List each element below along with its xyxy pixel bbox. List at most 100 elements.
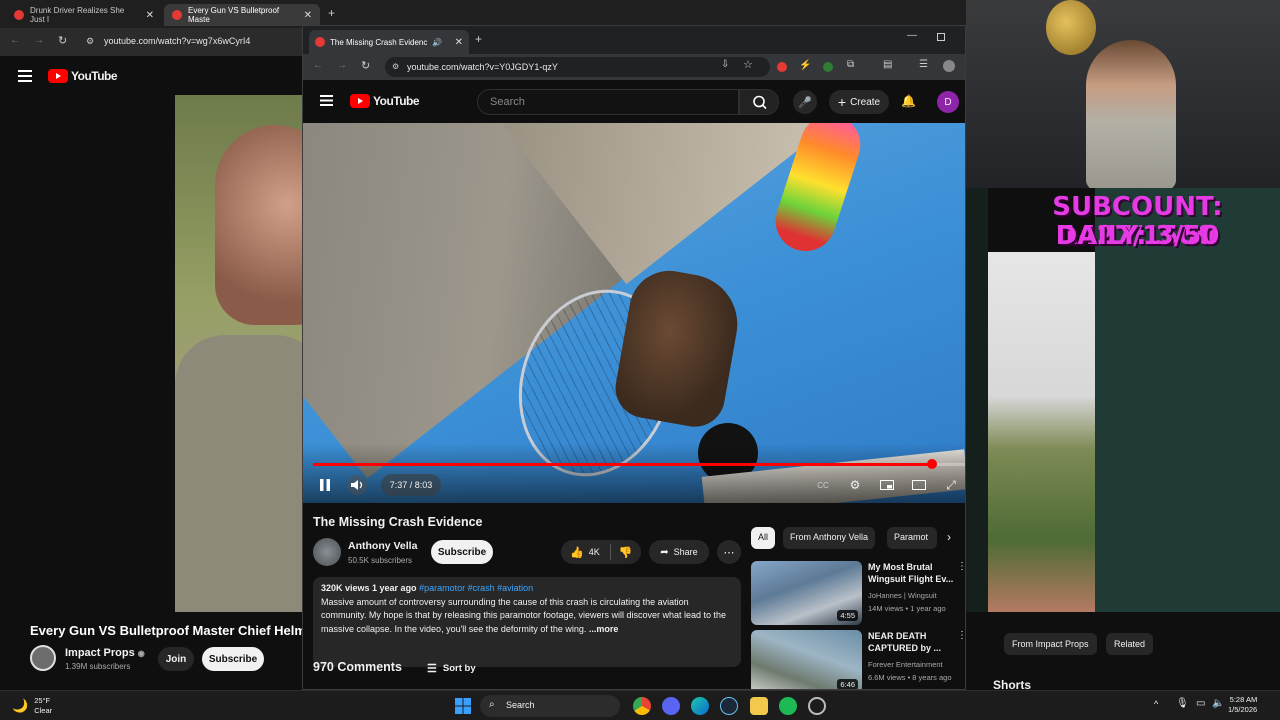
steam-icon[interactable]: [720, 697, 738, 715]
install-app-icon[interactable]: ⇩: [721, 59, 729, 70]
join-button[interactable]: Join: [158, 647, 194, 671]
youtube-logo[interactable]: YouTube: [350, 94, 420, 108]
channel-name[interactable]: Anthony Vella: [348, 540, 417, 552]
rec-title[interactable]: NEAR DEATH CAPTURED by ...: [868, 630, 956, 654]
tab-drunk-driver[interactable]: Drunk Driver Realizes She Just I ✕: [6, 4, 162, 26]
youtube-logo-icon: [48, 69, 68, 83]
description-box[interactable]: 320K views 1 year ago #paramotor #crash …: [313, 577, 741, 667]
video-thumbnail[interactable]: 4:55: [751, 561, 862, 625]
tab-missing-crash[interactable]: The Missing Crash Evidenc 🔊 ✕: [309, 30, 469, 54]
thumbs-down-icon[interactable]: 👎: [611, 546, 633, 559]
channel-avatar[interactable]: [313, 538, 341, 566]
search-input[interactable]: Search: [477, 89, 739, 115]
minimize-icon[interactable]: —: [907, 30, 917, 41]
volume-icon: [351, 480, 363, 490]
chevron-right-icon[interactable]: ›: [947, 530, 951, 544]
kebab-menu-icon[interactable]: ⋮: [957, 561, 965, 572]
new-tab-icon[interactable]: +: [328, 6, 335, 20]
share-button[interactable]: ➦ Share: [649, 540, 709, 564]
chip-related[interactable]: Related: [1106, 633, 1154, 655]
description-text: Massive amount of controversy surroundin…: [321, 596, 727, 634]
back-url-text[interactable]: youtube.com/watch?v=wg7x6wCyrI4: [104, 36, 250, 46]
volume-button[interactable]: [347, 475, 367, 495]
sidebar-toggle-icon[interactable]: ▤: [883, 59, 892, 70]
hashtags[interactable]: #paramotor #crash #aviation: [419, 583, 533, 593]
profile-avatar-icon[interactable]: [943, 60, 955, 72]
back-arrow-icon[interactable]: ←: [313, 60, 323, 71]
edge-icon[interactable]: [691, 697, 709, 715]
person-head-image: [215, 125, 305, 325]
extension-red-icon[interactable]: [777, 62, 787, 72]
obs-icon[interactable]: [808, 697, 826, 715]
reload-icon[interactable]: ↻: [361, 59, 370, 72]
chrome-icon[interactable]: [633, 697, 651, 715]
tab-every-gun[interactable]: Every Gun VS Bulletproof Maste ✕: [164, 4, 320, 26]
subscribe-button[interactable]: Subscribe: [431, 540, 493, 564]
back-subscribe-button[interactable]: Subscribe: [202, 647, 264, 671]
chrome-menu-icon[interactable]: ☰: [919, 59, 928, 70]
front-tab-bar: The Missing Crash Evidenc 🔊 ✕ + —: [303, 26, 965, 54]
video-player[interactable]: 7:37 / 8:03 CC ⚙ ⤢: [303, 123, 965, 503]
create-button[interactable]: + Create: [829, 90, 889, 114]
search-button[interactable]: [739, 89, 779, 115]
system-clock[interactable]: 5:28 AM 1/5/2026: [1228, 695, 1257, 715]
extensions-puzzle-icon[interactable]: ⧉: [847, 59, 854, 70]
rec-channel: Forever Entertainment: [868, 660, 943, 669]
url-field[interactable]: ⚙ youtube.com/watch?v=Y0JGDY1-qzY: [385, 57, 770, 77]
close-tab-icon[interactable]: ✕: [146, 10, 154, 21]
bookmark-star-icon[interactable]: ☆: [743, 58, 753, 71]
discord-icon[interactable]: [662, 697, 680, 715]
back-arrow-icon[interactable]: ←: [10, 35, 20, 46]
spotify-icon[interactable]: [779, 697, 797, 715]
network-icon[interactable]: ▭: [1196, 698, 1205, 709]
speaker-icon[interactable]: 🔈: [1212, 698, 1224, 709]
pause-button[interactable]: [315, 475, 335, 495]
video-thumbnail[interactable]: 6:46: [751, 630, 862, 689]
extension-green-icon[interactable]: [823, 62, 833, 72]
close-tab-icon[interactable]: ✕: [304, 10, 312, 21]
cast-icon[interactable]: [909, 475, 929, 495]
chip-all[interactable]: All: [751, 527, 776, 549]
more-actions-icon[interactable]: ⋯: [717, 540, 741, 564]
thumbs-up-icon[interactable]: 👍: [561, 546, 584, 559]
back-channel-name[interactable]: Impact Props ◉: [65, 647, 145, 659]
extension-teal-icon[interactable]: ⚡: [799, 60, 811, 71]
microphone-icon[interactable]: 🎙: [1176, 698, 1189, 709]
miniplayer-icon[interactable]: [877, 475, 897, 495]
windows-start-icon[interactable]: [454, 697, 472, 715]
progress-bar[interactable]: [313, 459, 965, 469]
chip-paramotor[interactable]: Paramot: [887, 527, 937, 549]
rec-title[interactable]: My Most Brutal Wingsuit Flight Ev...: [868, 561, 956, 585]
fullscreen-icon[interactable]: ⤢: [941, 475, 961, 495]
new-tab-icon[interactable]: +: [475, 32, 482, 46]
chip-from-impact-props[interactable]: From Impact Props: [1004, 633, 1097, 655]
voice-search-icon[interactable]: 🎤: [793, 90, 817, 114]
settings-gear-icon[interactable]: ⚙: [845, 475, 865, 495]
youtube-logo[interactable]: YouTube: [48, 69, 118, 83]
recommendation-item[interactable]: 4:55 My Most Brutal Wingsuit Flight Ev..…: [751, 561, 965, 625]
weather-widget[interactable]: 🌙 25°F Clear: [12, 696, 52, 716]
recommendation-item[interactable]: 6:46 NEAR DEATH CAPTURED by ... Forever …: [751, 630, 965, 689]
maximize-icon[interactable]: [937, 33, 945, 41]
taskbar-search[interactable]: ⌕ Search: [480, 695, 620, 717]
channel-avatar[interactable]: [30, 645, 56, 671]
audio-playing-icon[interactable]: 🔊: [432, 38, 442, 47]
captions-icon[interactable]: CC: [813, 475, 833, 495]
chip-from-channel[interactable]: From Anthony Vella: [783, 527, 876, 549]
site-info-icon[interactable]: ⚙: [86, 36, 94, 47]
menu-hamburger-icon[interactable]: [320, 95, 333, 106]
notifications-bell-icon[interactable]: 🔔: [901, 94, 916, 108]
back-video-player[interactable]: [175, 95, 305, 612]
tray-chevron-up-icon[interactable]: ^: [1154, 699, 1158, 709]
close-tab-icon[interactable]: ✕: [455, 37, 463, 48]
site-info-icon[interactable]: ⚙: [392, 62, 399, 71]
file-explorer-icon[interactable]: [750, 697, 768, 715]
kebab-menu-icon[interactable]: ⋮: [957, 630, 965, 641]
account-avatar[interactable]: D: [937, 91, 959, 113]
forward-arrow-icon[interactable]: →: [34, 35, 44, 46]
reload-icon[interactable]: ↻: [58, 34, 67, 47]
sort-by-button[interactable]: ☰ Sort by: [427, 662, 476, 675]
forward-arrow-icon[interactable]: →: [337, 60, 347, 71]
menu-hamburger-icon[interactable]: [18, 70, 32, 82]
more-link[interactable]: ...more: [589, 624, 619, 634]
